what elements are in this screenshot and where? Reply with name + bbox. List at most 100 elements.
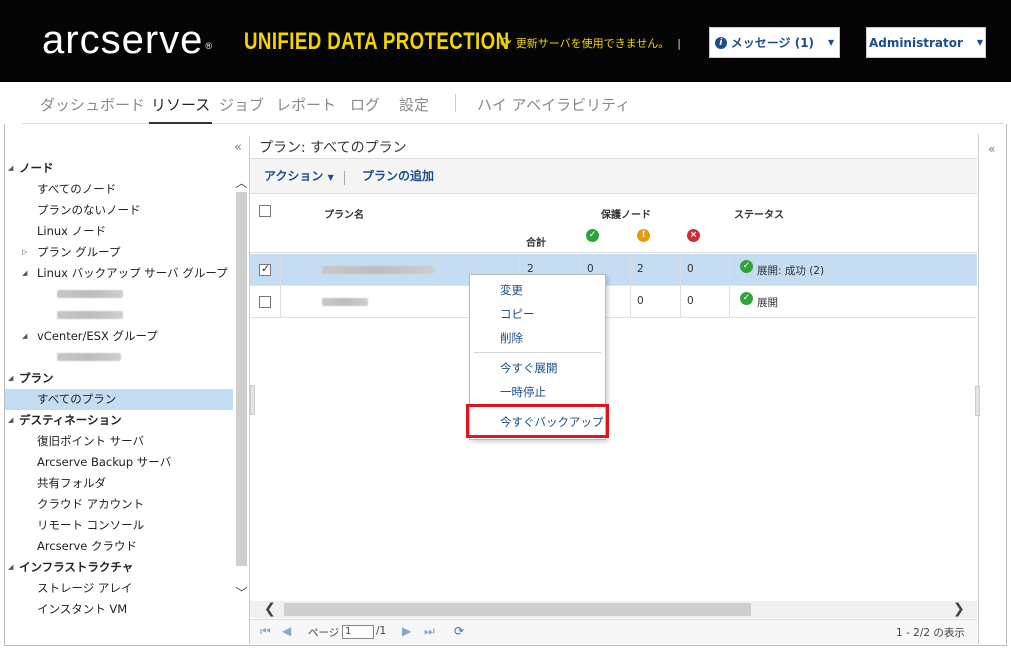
tree-item-arcserve-backup-servers[interactable]: Arcserve Backup サーバ (5, 452, 233, 473)
tree-item-all-nodes[interactable]: すべてのノード (5, 179, 233, 200)
page-label: ページ (308, 627, 340, 639)
tree-item-remote-consoles[interactable]: リモート コンソール (5, 515, 233, 536)
status-text: 展開: 成功 (2) (757, 265, 825, 277)
arcserve-logo: arcserve ® (42, 18, 214, 62)
tree-item-arcserve-cloud[interactable]: Arcserve クラウド (5, 536, 233, 557)
right-collapsed-panel: « (975, 134, 1006, 644)
expand-right-icon[interactable]: « (988, 142, 995, 156)
sidebar-scrollbar[interactable]: ︿ ﹀ (234, 174, 249, 644)
tree-group-infrastructure[interactable]: ◢ インフラストラクチャ (5, 557, 233, 578)
resource-tree-panel: « ◢ ノード すべてのノード プランのないノード Linux ノード ▷ プラ… (5, 134, 249, 644)
tab-logs[interactable]: ログ (350, 94, 380, 115)
menu-item-modify[interactable]: 変更 (500, 282, 523, 298)
tree-item-vcenter-esx-groups[interactable]: ◢ vCenter/ESX グループ (5, 326, 233, 347)
tree-item-cloud-accounts[interactable]: クラウド アカウント (5, 494, 233, 515)
expand-triangle-icon[interactable]: ◢ (22, 263, 27, 284)
scroll-up-icon[interactable]: ︿ (234, 174, 249, 190)
tree-group-plans[interactable]: ◢ プラン (5, 368, 233, 389)
grid-pager: ⏮ ◀ ページ 1 /1 ▶ ⏭ ⟳ 1 - 2/2 の表示 (250, 619, 977, 644)
messages-button[interactable]: i メッセージ (1) ▼ (709, 27, 840, 58)
scroll-thumb[interactable] (284, 603, 751, 616)
column-status[interactable]: ステータス (734, 206, 784, 221)
actions-dropdown-button[interactable]: アクション ▼ (264, 167, 334, 184)
expand-triangle-icon[interactable]: ◢ (8, 557, 13, 578)
previous-page-icon[interactable]: ◀ (282, 624, 291, 638)
toolbar-divider (344, 171, 345, 185)
row-checkbox[interactable] (259, 296, 271, 308)
chevron-down-icon: ▼ (976, 38, 984, 47)
last-page-icon[interactable]: ⏭ (424, 624, 435, 639)
select-all-checkbox[interactable] (259, 205, 271, 217)
menu-separator (474, 352, 601, 353)
user-menu-button[interactable]: Administrator ▼ (866, 27, 986, 58)
tree-item-storage-arrays[interactable]: ストレージ アレイ (5, 578, 233, 599)
add-plan-button[interactable]: プランの追加 (362, 167, 434, 184)
column-divider (729, 254, 730, 286)
tree-item-linux-backup-server-groups[interactable]: ◢ Linux バックアップ サーバ グループ (5, 263, 233, 284)
splitter-handle[interactable] (975, 386, 980, 416)
tree-item-instant-vms[interactable]: インスタント VM (5, 599, 233, 620)
tree-item-plan-groups[interactable]: ▷ プラン グループ (5, 242, 233, 263)
tree-group-destinations[interactable]: ◢ デスティネーション (5, 410, 233, 431)
first-page-icon[interactable]: ⏮ (260, 624, 271, 639)
table-row[interactable]: 0 0 ✓ 展開 (250, 286, 977, 318)
success-icon: ✓ (740, 260, 753, 273)
expand-triangle-icon[interactable]: ◢ (8, 368, 13, 389)
tree-item-shared-folders[interactable]: 共有フォルダ (5, 473, 233, 494)
tree-item-redacted[interactable] (5, 347, 233, 368)
redacted-plan-name[interactable] (322, 266, 434, 274)
page-title: プラン: すべてのプラン (259, 140, 407, 156)
column-plan-name[interactable]: プラン名 (324, 206, 364, 221)
grid-horizontal-scrollbar[interactable]: ❮ ❯ (250, 601, 977, 618)
tab-reports[interactable]: レポート (276, 94, 336, 115)
menu-item-copy[interactable]: コピー (500, 306, 535, 322)
expand-triangle-icon[interactable]: ◢ (22, 326, 27, 347)
column-divider (729, 286, 730, 318)
tree-item-redacted[interactable] (5, 305, 233, 326)
tree-item-recovery-point-servers[interactable]: 復旧ポイント サーバ (5, 431, 233, 452)
menu-item-deploy-now[interactable]: 今すぐ展開 (500, 360, 558, 376)
warning-icon[interactable]: ! (637, 229, 650, 242)
collapse-left-icon[interactable]: « (234, 140, 242, 155)
page-number-input[interactable]: 1 (342, 625, 374, 639)
update-server-message[interactable]: ⟳ 更新サーバを使用できません。 | (500, 35, 681, 51)
plans-grid-header: プラン名 保護ノード ステータス 合計 ✓ ! × (250, 195, 977, 253)
success-icon[interactable]: ✓ (586, 229, 599, 242)
menu-item-pause[interactable]: 一時停止 (500, 384, 546, 400)
tab-settings[interactable]: 設定 (399, 94, 429, 115)
scroll-left-icon[interactable]: ❮ (264, 601, 276, 617)
column-divider (630, 286, 631, 318)
scroll-right-icon[interactable]: ❯ (953, 601, 965, 617)
plans-panel: プラン: すべてのプラン アクション ▼ プランの追加 プラン名 保護ノード ス… (250, 134, 977, 644)
refresh-icon[interactable]: ⟳ (454, 624, 464, 638)
scroll-down-icon[interactable]: ﹀ (234, 584, 249, 600)
tab-jobs[interactable]: ジョブ (219, 94, 264, 115)
tab-resources[interactable]: リソース (148, 94, 213, 124)
tree-item-all-plans[interactable]: すべてのプラン (5, 389, 233, 410)
chevron-down-icon: ▼ (828, 38, 835, 47)
expand-triangle-icon[interactable]: ◢ (8, 410, 13, 431)
menu-item-delete[interactable]: 削除 (500, 330, 523, 346)
column-protected-nodes[interactable]: 保護ノード (601, 206, 651, 221)
scroll-thumb[interactable] (236, 192, 247, 566)
next-page-icon[interactable]: ▶ (402, 624, 411, 638)
column-total[interactable]: 合計 (526, 234, 546, 249)
header-divider: | (677, 36, 682, 50)
column-divider (280, 286, 281, 318)
tab-high-availability[interactable]: ハイ アベイラビリティ (477, 94, 630, 115)
table-row[interactable]: 2 0 2 0 ✓ 展開: 成功 (2) (250, 254, 977, 286)
expand-triangle-icon[interactable]: ◢ (8, 158, 13, 179)
redacted-text (57, 290, 123, 298)
tree-item-redacted[interactable] (5, 284, 233, 305)
row-checkbox[interactable] (259, 262, 271, 276)
chevron-down-icon: ▼ (327, 173, 334, 182)
redacted-text (57, 353, 121, 361)
tab-dashboard[interactable]: ダッシュボード (40, 94, 145, 115)
redacted-plan-name[interactable] (322, 298, 368, 306)
expand-triangle-icon[interactable]: ▷ (22, 242, 27, 263)
app-header: arcserve ® UNIFIED DATA PROTECTION ⟳ 更新サー… (0, 0, 1011, 82)
tree-group-nodes[interactable]: ◢ ノード (5, 158, 233, 179)
tree-item-linux-nodes[interactable]: Linux ノード (5, 221, 233, 242)
error-icon[interactable]: × (687, 229, 700, 242)
tree-item-nodes-without-plan[interactable]: プランのないノード (5, 200, 233, 221)
